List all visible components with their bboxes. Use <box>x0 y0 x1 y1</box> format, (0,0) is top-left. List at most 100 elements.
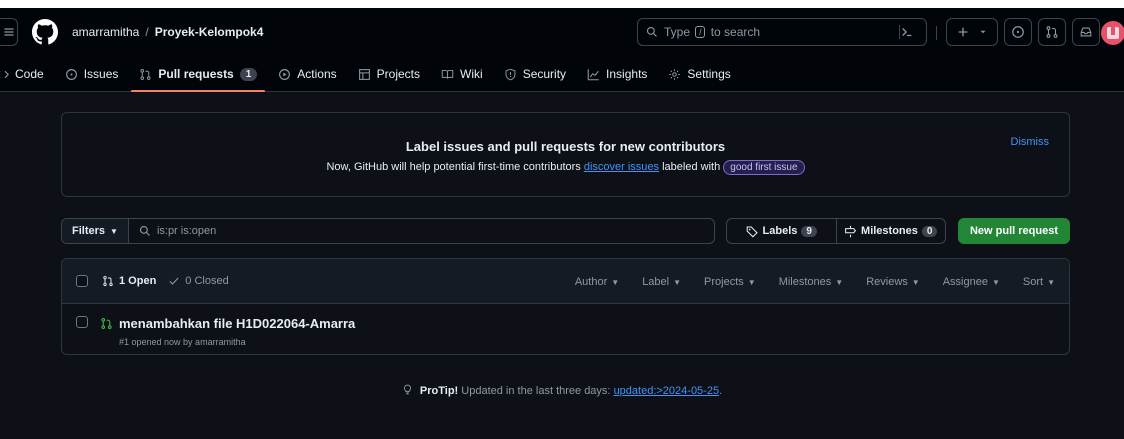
new-pull-request-button[interactable]: New pull request <box>958 218 1070 244</box>
protip-label: ProTip! <box>419 385 459 397</box>
new-contributors-banner: Label issues and pull requests for new c… <box>61 112 1070 197</box>
assignee-label: Assignee <box>942 275 988 288</box>
repo-name-link[interactable]: Proyek-Kelompok4 <box>155 25 264 39</box>
triangle-down-icon: ▼ <box>110 226 118 236</box>
tab-wiki[interactable]: Wiki <box>433 56 491 92</box>
discover-issues-link[interactable]: discover issues <box>584 161 659 173</box>
tab-security-label: Security <box>522 67 567 81</box>
git-pull-request-icon <box>140 68 151 80</box>
menu-button[interactable] <box>0 18 18 46</box>
create-new-button[interactable] <box>946 18 998 46</box>
pr-title-link[interactable]: menambahkan file H1D022064-Amarra <box>119 316 355 331</box>
select-all-checkbox[interactable] <box>76 275 88 287</box>
code-icon <box>0 70 9 78</box>
banner-desc-before: Now, GitHub will help potential first-ti… <box>326 161 581 173</box>
dismiss-button[interactable]: Dismiss <box>1011 136 1050 148</box>
author-dropdown[interactable]: Author ▼ <box>575 276 619 288</box>
tab-projects[interactable]: Projects <box>350 56 428 92</box>
banner-title: Label issues and pull requests for new c… <box>405 139 726 154</box>
tab-pull-requests[interactable]: Pull requests 1 <box>131 56 266 92</box>
milestones-filter-label: Milestones <box>778 275 832 288</box>
tab-wiki-label: Wiki <box>460 67 483 81</box>
tab-security[interactable]: Security <box>496 56 574 92</box>
inbox-button[interactable] <box>1072 18 1100 46</box>
protip-text: Updated in the last three days: <box>461 385 611 397</box>
triangle-down-icon: ▼ <box>991 277 1000 287</box>
tab-pull-requests-label: Pull requests <box>158 67 234 81</box>
pull-request-list: 1 Open 0 Closed Author ▼ Label ▼ Projects ▼… <box>61 258 1070 355</box>
tab-code-label: Code <box>15 67 44 81</box>
hamburger-icon <box>4 28 13 36</box>
milestones-dropdown[interactable]: Milestones ▼ <box>779 276 844 288</box>
command-palette-icon[interactable] <box>900 24 914 40</box>
good-first-issue-label[interactable]: good first issue <box>723 160 805 175</box>
pr-meta: #1 opened now by amarramitha <box>119 337 246 347</box>
protip-link[interactable]: updated:>2024-05-25 <box>614 385 720 397</box>
tab-actions[interactable]: Actions <box>270 56 344 92</box>
search-icon <box>646 26 657 37</box>
labels-button[interactable]: Labels 9 <box>727 219 836 243</box>
assignee-dropdown[interactable]: Assignee ▼ <box>943 276 1000 288</box>
pr-toolbar: Filters ▼ is:pr is:open Labels 9 Milesto… <box>61 218 1070 244</box>
pull-requests-button[interactable] <box>1038 18 1066 46</box>
book-icon <box>441 69 454 79</box>
tab-settings[interactable]: Settings <box>660 56 738 92</box>
search-input[interactable]: Type / to search <box>637 18 927 46</box>
label-label: Label <box>642 275 670 288</box>
reviews-dropdown[interactable]: Reviews ▼ <box>866 276 920 288</box>
author-label: Author <box>574 275 608 288</box>
git-pull-request-icon <box>1046 26 1058 38</box>
light-bulb-icon <box>403 384 411 395</box>
closed-filter-button[interactable]: 0 Closed <box>168 275 229 287</box>
open-filter-button[interactable]: 1 Open <box>102 275 156 287</box>
issue-opened-icon <box>1012 26 1024 38</box>
label-dropdown[interactable]: Label ▼ <box>642 276 681 288</box>
tab-code[interactable]: Code <box>0 56 52 92</box>
triangle-down-icon: ▼ <box>673 277 682 287</box>
search-suffix: to search <box>710 25 761 39</box>
git-pull-request-icon <box>101 318 112 329</box>
milestones-button[interactable]: Milestones 0 <box>835 219 946 243</box>
banner-desc-middle: labeled with <box>662 161 721 173</box>
tab-issues[interactable]: Issues <box>57 56 127 92</box>
repo-header: amarramitha / Proyek-Kelompok4 Type / to… <box>0 8 1124 92</box>
repo-tabs: Code Issues Pull requests 1 Actions Proj… <box>0 56 744 92</box>
triangle-down-icon: ▼ <box>611 277 620 287</box>
play-icon <box>279 68 291 80</box>
filters-label: Filters <box>72 225 106 237</box>
pull-requests-counter: 1 <box>239 67 258 81</box>
search-shortcut-key: / <box>695 26 706 38</box>
protip: ProTip! Updated in the last three days: … <box>0 384 1124 397</box>
repo-owner-link[interactable]: amarramitha <box>72 25 139 39</box>
triangle-down-icon: ▼ <box>911 277 920 287</box>
open-count-label: 1 Open <box>119 275 157 287</box>
tab-settings-label: Settings <box>687 67 731 81</box>
issues-button[interactable] <box>1004 18 1032 46</box>
filter-query-input[interactable]: is:pr is:open <box>129 225 216 237</box>
projects-label: Projects <box>704 275 744 288</box>
github-logo-icon[interactable] <box>32 19 58 45</box>
labels-milestones-group: Labels 9 Milestones 0 <box>726 218 946 244</box>
milestone-icon <box>845 225 857 237</box>
projects-dropdown[interactable]: Projects ▼ <box>704 276 756 288</box>
tab-insights[interactable]: Insights <box>579 56 655 92</box>
triangle-down-icon: ▼ <box>747 277 756 287</box>
user-avatar[interactable] <box>1101 21 1124 45</box>
inbox-icon <box>1080 27 1092 37</box>
sort-dropdown[interactable]: Sort ▼ <box>1023 276 1055 288</box>
closed-count-label: 0 Closed <box>185 275 229 287</box>
tab-issues-label: Issues <box>83 67 119 81</box>
search-prefix: Type <box>664 25 691 39</box>
shield-icon <box>505 68 516 80</box>
list-item: menambahkan file H1D022064-Amarra #1 ope… <box>62 304 1069 355</box>
sort-label: Sort <box>1022 275 1044 288</box>
filters-dropdown[interactable]: Filters ▼ <box>62 219 129 243</box>
state-toggle: 1 Open 0 Closed <box>102 275 229 287</box>
milestones-label: Milestones <box>861 225 918 237</box>
top-band <box>0 0 1124 8</box>
labels-label: Labels <box>762 225 798 237</box>
reviews-label: Reviews <box>866 275 908 288</box>
row-checkbox[interactable] <box>76 316 88 328</box>
graph-icon <box>587 68 599 80</box>
check-icon <box>169 277 179 285</box>
